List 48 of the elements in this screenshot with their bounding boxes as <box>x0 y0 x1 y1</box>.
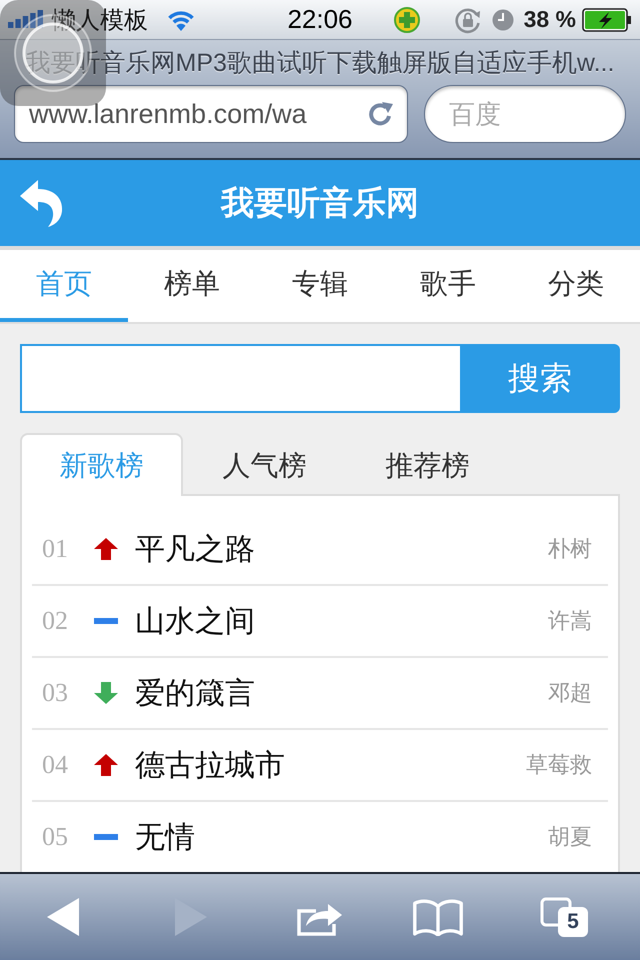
site-title: 我要听音乐网 <box>220 182 420 222</box>
back-triangle-icon <box>47 898 81 936</box>
plus-circle-icon <box>394 6 420 32</box>
carrier-name: 懒人模板 <box>52 6 148 36</box>
artist-name: 朴树 <box>548 535 593 563</box>
artist-name: 许嵩 <box>548 607 593 635</box>
dash-icon <box>94 834 118 840</box>
dash-icon <box>94 618 118 624</box>
wifi-icon <box>166 8 196 30</box>
chart-tab[interactable]: 人气榜 <box>183 433 346 496</box>
back-button[interactable] <box>18 178 64 228</box>
song-title[interactable]: 平凡之路 <box>135 528 548 570</box>
clock-icon <box>492 8 514 30</box>
forward-triangle-icon <box>173 898 207 936</box>
song-title[interactable]: 德古拉城市 <box>135 744 526 786</box>
nav-tab[interactable]: 分类 <box>512 250 640 322</box>
nav-tab[interactable]: 榜单 <box>128 250 256 322</box>
chart-tab[interactable]: 推荐榜 <box>346 433 509 496</box>
rank-number: 03 <box>41 678 69 708</box>
down-arrow-icon <box>94 682 118 704</box>
bookmarks-button[interactable] <box>410 898 466 936</box>
nav-tab[interactable]: 歌手 <box>384 250 512 322</box>
tabs-button[interactable]: 5 <box>540 897 588 937</box>
rank-number: 04 <box>41 750 69 780</box>
song-title[interactable]: 爱的箴言 <box>135 672 548 714</box>
song-title[interactable]: 山水之间 <box>135 600 548 642</box>
rank-number: 02 <box>41 606 69 636</box>
battery-percent: 38 % <box>524 6 576 33</box>
status-time: 22:06 <box>287 4 353 35</box>
up-arrow-icon <box>94 754 118 776</box>
back-button[interactable] <box>47 898 81 936</box>
reload-icon[interactable] <box>367 100 395 128</box>
rank-number: 05 <box>41 822 69 852</box>
nav-tab[interactable]: 专辑 <box>256 250 384 322</box>
back-arrow-icon <box>18 178 64 228</box>
rank-number: 01 <box>41 534 69 564</box>
book-icon <box>410 898 466 936</box>
search-input[interactable] <box>20 344 460 413</box>
tab-count: 5 <box>558 907 588 937</box>
battery-icon <box>582 8 632 32</box>
artist-name: 草莓救 <box>526 751 593 779</box>
up-arrow-icon <box>94 538 118 560</box>
address-field[interactable]: www.lanrenmb.com/wa <box>14 85 408 143</box>
artist-name: 邓超 <box>548 679 593 707</box>
artist-name: 胡夏 <box>548 823 593 851</box>
song-title[interactable]: 无情 <box>135 816 548 858</box>
rotation-lock-icon <box>454 6 482 34</box>
signal-bars-icon <box>8 10 44 30</box>
